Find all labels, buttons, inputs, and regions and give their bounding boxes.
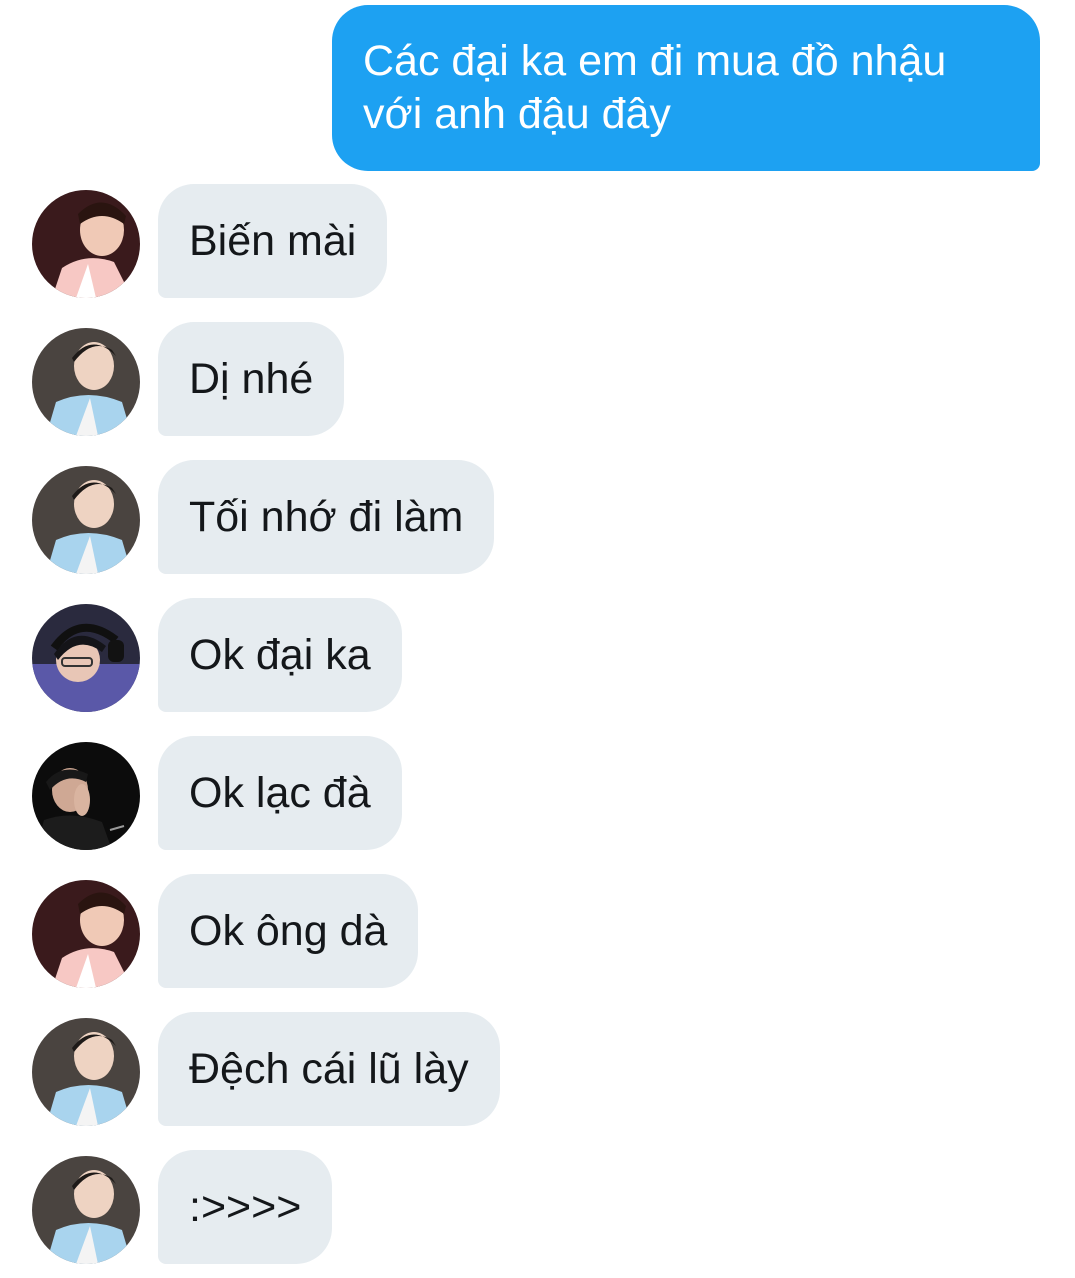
incoming-message-row: :>>>> bbox=[0, 1150, 1075, 1264]
incoming-message-row: Ok ông dà bbox=[0, 874, 1075, 988]
chat-thread: Các đại ka em đi mua đồ nhậu với anh đậu… bbox=[0, 0, 1075, 1278]
incoming-message-row: Đệch cái lũ lày bbox=[0, 1012, 1075, 1126]
incoming-message-bubble[interactable]: Ok đại ka bbox=[158, 598, 402, 712]
avatar-headset-gamer[interactable] bbox=[32, 604, 140, 712]
incoming-message-bubble[interactable]: Tối nhớ đi làm bbox=[158, 460, 495, 574]
avatar-blue-hanbok[interactable] bbox=[32, 466, 140, 574]
avatar-pink-hanbok[interactable] bbox=[32, 190, 140, 298]
avatar-blue-hanbok[interactable] bbox=[32, 1018, 140, 1126]
avatar-dark-portrait[interactable] bbox=[32, 742, 140, 850]
outgoing-message-line-1: Các đại ka em đi mua đồ nhậu bbox=[363, 37, 947, 85]
incoming-message-bubble[interactable]: :>>>> bbox=[158, 1150, 333, 1264]
avatar-blue-hanbok[interactable] bbox=[32, 1156, 140, 1264]
avatar-pink-hanbok[interactable] bbox=[32, 880, 140, 988]
avatar-blue-hanbok[interactable] bbox=[32, 328, 140, 436]
incoming-message-row: Biến mài bbox=[0, 184, 1075, 298]
incoming-message-bubble[interactable]: Biến mài bbox=[158, 184, 388, 298]
incoming-message-bubble[interactable]: Đệch cái lũ lày bbox=[158, 1012, 500, 1126]
incoming-message-bubble[interactable]: Ok lạc đà bbox=[158, 736, 402, 850]
incoming-message-bubble[interactable]: Dị nhé bbox=[158, 322, 345, 436]
incoming-message-row: Tối nhớ đi làm bbox=[0, 460, 1075, 574]
incoming-message-row: Ok lạc đà bbox=[0, 736, 1075, 850]
incoming-message-row: Dị nhé bbox=[0, 322, 1075, 436]
incoming-message-bubble[interactable]: Ok ông dà bbox=[158, 874, 419, 988]
outgoing-message-line-2: với anh đậu đây bbox=[363, 90, 671, 138]
incoming-message-row: Ok đại ka bbox=[0, 598, 1075, 712]
outgoing-message-bubble[interactable]: Các đại ka em đi mua đồ nhậu với anh đậu… bbox=[332, 5, 1040, 171]
